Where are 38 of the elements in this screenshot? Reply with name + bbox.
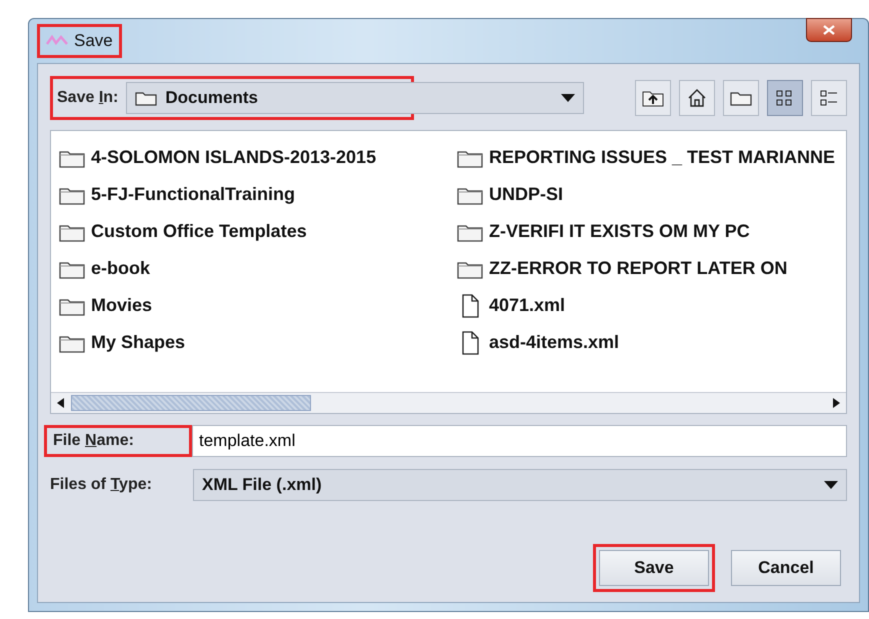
file-item[interactable]: 4-SOLOMON ISLANDS-2013-2015 — [59, 139, 457, 176]
file-name-field[interactable]: template.xml — [192, 425, 847, 457]
file-item[interactable]: REPORTING ISSUES _ TEST MARIANNE — [457, 139, 846, 176]
folder-icon — [730, 90, 752, 106]
close-icon — [823, 25, 835, 35]
file-name-label: File Name: — [53, 432, 134, 449]
window-title: Save — [74, 31, 113, 51]
file-item[interactable]: Movies — [59, 287, 457, 324]
cancel-button[interactable]: Cancel — [731, 550, 841, 586]
close-button[interactable] — [806, 18, 852, 42]
file-item[interactable]: UNDP-SI — [457, 176, 846, 213]
caret-icon — [824, 481, 838, 489]
list-view-button[interactable] — [767, 80, 803, 116]
home-icon — [687, 88, 707, 108]
details-view-button[interactable] — [811, 80, 847, 116]
list-icon — [820, 89, 838, 107]
save-button[interactable]: Save — [599, 550, 709, 586]
file-item[interactable]: My Shapes — [59, 324, 457, 361]
file-item[interactable]: Z-VERIFI IT EXISTS OM MY PC — [457, 213, 846, 250]
file-item[interactable]: asd-4items.xml — [457, 324, 846, 361]
caret-icon — [561, 94, 576, 102]
new-folder-button[interactable] — [723, 80, 759, 116]
save-in-dropdown[interactable]: Documents — [126, 82, 584, 114]
up-folder-button[interactable] — [635, 80, 671, 116]
save-in-label: Save In: — [57, 89, 118, 107]
file-item[interactable]: ZZ-ERROR TO REPORT LATER ON — [457, 250, 846, 287]
app-icon — [46, 34, 68, 48]
home-button[interactable] — [679, 80, 715, 116]
file-item[interactable]: 5-FJ-FunctionalTraining — [59, 176, 457, 213]
folder-icon — [135, 90, 158, 106]
file-type-label: Files of Type: — [50, 476, 153, 494]
horizontal-scrollbar[interactable] — [51, 392, 846, 413]
file-item[interactable]: e-book — [59, 250, 457, 287]
file-item[interactable]: Custom Office Templates — [59, 213, 457, 250]
grid-icon — [776, 89, 794, 107]
up-folder-icon — [642, 89, 664, 107]
file-type-dropdown[interactable]: XML File (.xml) — [193, 469, 847, 501]
file-item[interactable]: 4071.xml — [457, 287, 846, 324]
